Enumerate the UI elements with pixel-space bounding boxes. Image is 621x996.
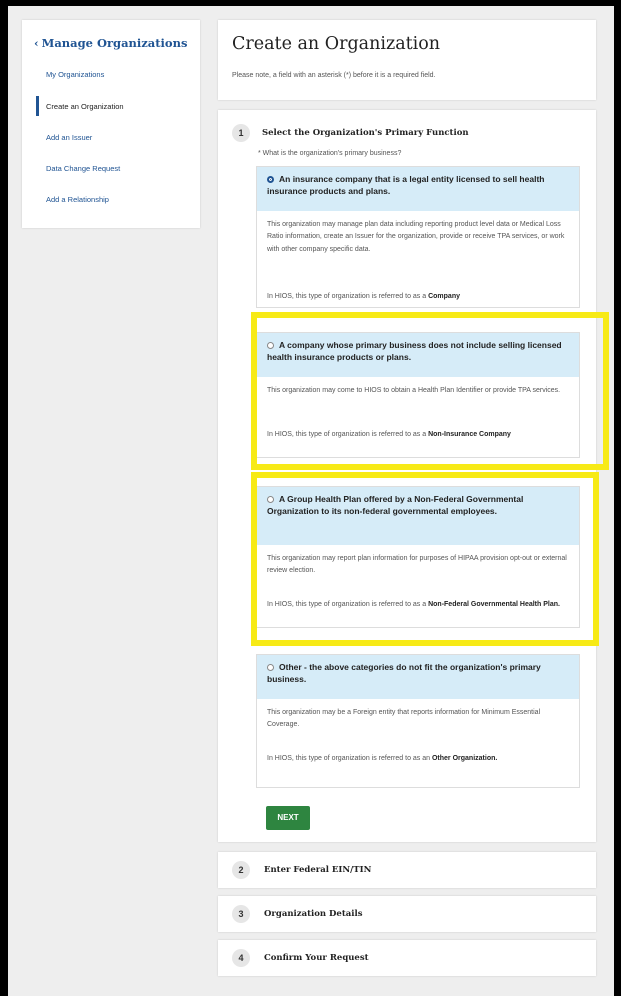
sidebar: ‹ Manage Organizations My Organizations C… xyxy=(22,20,200,228)
note-term: Company xyxy=(428,293,460,300)
option-description: This organization may be a Foreign entit… xyxy=(267,709,541,729)
sidebar-item-add-issuer[interactable]: Add an Issuer xyxy=(46,133,92,142)
step-title: Confirm Your Request xyxy=(264,953,369,963)
active-indicator xyxy=(36,96,39,116)
note-prefix: In HIOS, this type of organization is re… xyxy=(267,293,429,300)
sidebar-item-data-change-request[interactable]: Data Change Request xyxy=(46,164,120,173)
option-label: Other - the above categories do not fit … xyxy=(267,662,541,685)
option-insurance-company: An insurance company that is a legal ent… xyxy=(256,166,580,308)
next-button[interactable]: NEXT xyxy=(266,806,310,830)
step-number: 4 xyxy=(232,949,250,967)
required-note: Please note, a field with an asterisk (*… xyxy=(232,72,436,79)
step-3-panel[interactable]: 3 Organization Details xyxy=(218,896,596,932)
radio-button-selected[interactable] xyxy=(267,176,274,183)
option-other-organization: Other - the above categories do not fit … xyxy=(256,654,580,788)
step-2-panel[interactable]: 2 Enter Federal EIN/TIN xyxy=(218,852,596,888)
sidebar-item-add-relationship[interactable]: Add a Relationship xyxy=(46,195,109,204)
option-header[interactable]: An insurance company that is a legal ent… xyxy=(257,167,579,211)
sidebar-item-my-organizations[interactable]: My Organizations xyxy=(46,70,104,79)
step-4-panel[interactable]: 4 Confirm Your Request xyxy=(218,940,596,976)
step-number: 1 xyxy=(232,124,250,142)
chevron-left-icon: ‹ xyxy=(34,36,39,50)
option-label: An insurance company that is a legal ent… xyxy=(267,174,545,197)
sidebar-title[interactable]: ‹ Manage Organizations xyxy=(34,36,187,50)
highlight-box xyxy=(251,472,599,646)
option-header[interactable]: Other - the above categories do not fit … xyxy=(257,655,579,699)
option-note: In HIOS, this type of organization is re… xyxy=(257,753,507,764)
radio-button[interactable] xyxy=(267,664,274,671)
step-number: 3 xyxy=(232,905,250,923)
sidebar-title-label: Manage Organizations xyxy=(41,36,188,50)
note-prefix: In HIOS, this type of organization is re… xyxy=(267,755,432,762)
step-title: Enter Federal EIN/TIN xyxy=(264,865,372,875)
step-title: Select the Organization's Primary Functi… xyxy=(262,128,469,138)
step-title: Organization Details xyxy=(264,909,363,919)
note-term: Other Organization. xyxy=(431,755,498,762)
question-label: * What is the organization's primary bus… xyxy=(258,150,402,157)
highlight-box xyxy=(251,312,609,470)
page-title: Create an Organization xyxy=(232,34,441,54)
header-card: Create an Organization Please note, a fi… xyxy=(218,20,596,100)
step-number: 2 xyxy=(232,861,250,879)
option-description: This organization may manage plan data i… xyxy=(267,221,565,253)
option-note: In HIOS, this type of organization is re… xyxy=(257,291,470,302)
sidebar-item-create-organization[interactable]: Create an Organization xyxy=(46,102,124,111)
